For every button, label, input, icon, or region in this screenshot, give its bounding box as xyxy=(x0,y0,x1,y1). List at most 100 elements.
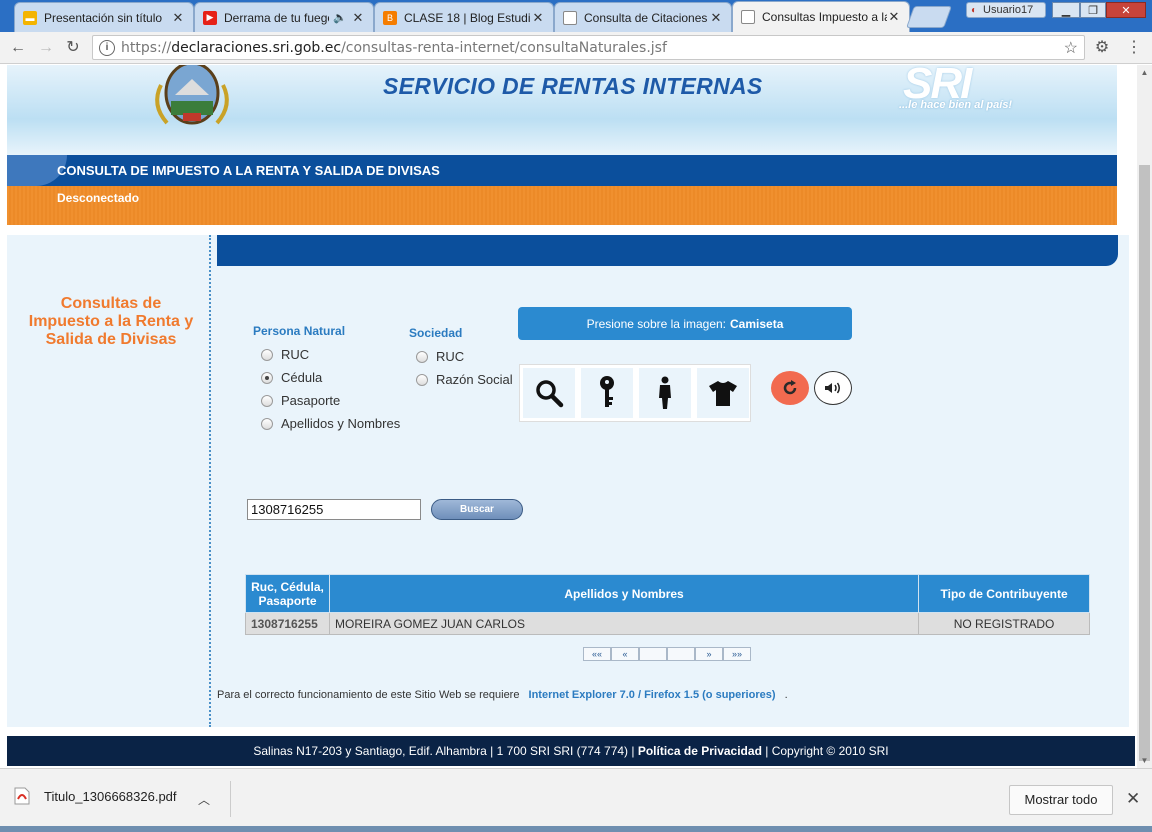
address-bar[interactable]: i https://declaraciones.sri.gob.ec/consu… xyxy=(92,35,1085,60)
section-header: CONSULTA DE IMPUESTO A LA RENTA Y SALIDA… xyxy=(7,155,1117,186)
radio-pn-pasaporte[interactable]: Pasaporte xyxy=(261,393,340,408)
close-icon[interactable]: ✕ xyxy=(1126,789,1140,809)
captcha-audio-button[interactable] xyxy=(814,371,852,405)
scroll-up-arrow-icon[interactable]: ▲ xyxy=(1137,65,1152,80)
scrollbar-thumb[interactable] xyxy=(1139,165,1150,761)
radio-soc-razon-social[interactable]: Razón Social xyxy=(416,372,513,387)
pager-prev-button[interactable]: « xyxy=(611,647,639,661)
menu-icon[interactable]: ⋮ xyxy=(1124,38,1144,58)
search-icon xyxy=(536,380,564,408)
tshirt-icon xyxy=(709,381,737,406)
close-icon[interactable]: ✕ xyxy=(887,9,901,25)
close-icon[interactable]: ✕ xyxy=(709,10,723,26)
captcha-option-tshirt[interactable] xyxy=(697,368,749,418)
radio-pn-apellidos[interactable]: Apellidos y Nombres xyxy=(261,416,400,431)
captcha-prompt: Presione sobre la imagen: Camiseta xyxy=(518,307,852,340)
main-content: Consultas de Impuesto a la Renta y Salid… xyxy=(7,235,1129,727)
key-icon xyxy=(600,376,614,407)
profile-button[interactable]: ◐ Usuario17 xyxy=(966,2,1046,18)
speaker-icon xyxy=(825,382,840,394)
cell-name: MOREIRA GOMEZ JUAN CARLOS xyxy=(328,612,920,635)
url-text: https://declaraciones.sri.gob.ec/consult… xyxy=(121,39,667,56)
session-status: Desconectado xyxy=(57,191,140,205)
taskbar xyxy=(0,826,1152,832)
page-icon xyxy=(741,10,755,24)
youtube-icon: ▶ xyxy=(203,10,217,25)
sidebar-title: Consultas de Impuesto a la Renta y Salid… xyxy=(28,295,194,348)
left-column: Consultas de Impuesto a la Renta y Salid… xyxy=(7,235,211,727)
search-input[interactable] xyxy=(247,499,421,520)
tab-consultas-active[interactable]: Consultas Impuesto a la Renta ✕ xyxy=(732,1,910,32)
table-header-row: Ruc, Cédula, Pasaporte Apellidos y Nombr… xyxy=(245,574,1090,613)
pager-page-slot[interactable] xyxy=(667,647,695,661)
captcha-images xyxy=(519,364,751,422)
window-close-button[interactable]: ✕ xyxy=(1106,2,1146,18)
close-icon[interactable]: ✕ xyxy=(171,10,185,26)
speaker-icon[interactable]: 🔈 xyxy=(333,11,347,24)
session-bar: Desconectado xyxy=(7,186,1117,225)
tab-title: Presentación sin título xyxy=(44,10,163,25)
close-icon[interactable]: ✕ xyxy=(351,10,365,26)
scroll-down-arrow-icon[interactable]: ▼ xyxy=(1137,753,1152,768)
captcha-option-person[interactable] xyxy=(639,368,691,418)
agency-title: SERVICIO DE RENTAS INTERNAS xyxy=(383,73,763,99)
privacy-policy-link[interactable]: Política de Privacidad xyxy=(638,744,762,758)
coat-of-arms-icon xyxy=(155,65,229,125)
tab-title: Consulta de Citaciones xyxy=(584,10,708,25)
new-tab-button[interactable] xyxy=(905,6,953,28)
pager-first-button[interactable]: «« xyxy=(583,647,611,661)
captcha-option-search[interactable] xyxy=(523,368,575,418)
profile-name: Usuario17 xyxy=(983,4,1034,16)
forward-arrow-icon[interactable]: → xyxy=(36,38,56,58)
info-icon[interactable]: i xyxy=(99,39,115,56)
panel-header-bar xyxy=(217,235,1118,266)
persona-natural-title: Persona Natural xyxy=(253,324,346,338)
site-footer: Salinas N17-203 y Santiago, Edif. Alhamb… xyxy=(7,736,1135,766)
bookmark-star-icon[interactable]: ☆ xyxy=(1064,38,1078,58)
close-icon[interactable]: ✕ xyxy=(531,10,545,26)
browser-requirement-notice: Para el correcto funcionamiento de este … xyxy=(217,689,788,701)
browser-requirement-link[interactable]: Internet Explorer 7.0 / Firefox 1.5 (o s… xyxy=(529,689,776,701)
tab-blog[interactable]: B CLASE 18 | Blog Estudiantil ✕ xyxy=(374,2,554,32)
user-icon: ◐ xyxy=(971,4,978,16)
show-all-downloads-button[interactable]: Mostrar todo xyxy=(1009,785,1113,815)
extension-icon[interactable]: ⚙ xyxy=(1092,38,1112,58)
tab-youtube[interactable]: ▶ Derrama de tu fuego 🔈 ✕ xyxy=(194,2,374,32)
maximize-button[interactable]: ❐ xyxy=(1080,2,1106,18)
cell-id: 1308716255 xyxy=(245,612,330,635)
pager-last-button[interactable]: »» xyxy=(723,647,751,661)
refresh-icon xyxy=(783,380,797,395)
footer-address: Salinas N17-203 y Santiago, Edif. Alhamb… xyxy=(253,744,635,758)
sociedad-title: Sociedad xyxy=(409,326,463,340)
chevron-up-icon[interactable]: ︿ xyxy=(198,791,210,808)
column-header-type: Tipo de Contribuyente xyxy=(918,574,1090,613)
tab-strip: ▬ Presentación sin título ✕ ▶ Derrama de… xyxy=(0,0,1152,32)
column-header-name: Apellidos y Nombres xyxy=(328,574,920,613)
pagination: «« « » »» xyxy=(583,647,751,661)
table-row[interactable]: 1308716255 MOREIRA GOMEZ JUAN CARLOS NO … xyxy=(245,612,1090,635)
download-item[interactable]: Titulo_1306668326.pdf xyxy=(14,787,177,805)
reload-icon[interactable]: ↻ xyxy=(63,38,83,58)
tab-presentacion[interactable]: ▬ Presentación sin título ✕ xyxy=(14,2,194,32)
vertical-scrollbar[interactable]: ▲ ▼ xyxy=(1137,65,1152,768)
back-arrow-icon[interactable]: ← xyxy=(8,38,28,58)
download-shelf: Titulo_1306668326.pdf ︿ Mostrar todo ✕ xyxy=(0,768,1152,832)
minimize-button[interactable]: ▁ xyxy=(1052,2,1080,18)
search-button[interactable]: Buscar xyxy=(431,499,523,520)
site-banner: SERVICIO DE RENTAS INTERNAS SRI ...le ha… xyxy=(7,65,1117,155)
download-filename: Titulo_1306668326.pdf xyxy=(44,788,177,804)
radio-pn-ruc[interactable]: RUC xyxy=(261,347,309,362)
radio-soc-ruc[interactable]: RUC xyxy=(416,349,464,364)
radio-pn-cedula[interactable]: Cédula xyxy=(261,370,322,385)
footer-copyright: | Copyright © 2010 SRI xyxy=(765,744,889,758)
tab-title: Derrama de tu fuego xyxy=(224,10,330,25)
captcha-option-key[interactable] xyxy=(581,368,633,418)
pager-next-button[interactable]: » xyxy=(695,647,723,661)
pager-page-slot[interactable] xyxy=(639,647,667,661)
person-icon xyxy=(659,376,671,409)
blogger-icon: B xyxy=(383,10,397,25)
tab-citaciones[interactable]: Consulta de Citaciones ✕ xyxy=(554,2,732,32)
slides-icon: ▬ xyxy=(23,10,37,25)
page-viewport: SERVICIO DE RENTAS INTERNAS SRI ...le ha… xyxy=(0,65,1137,768)
captcha-refresh-button[interactable] xyxy=(771,371,809,405)
